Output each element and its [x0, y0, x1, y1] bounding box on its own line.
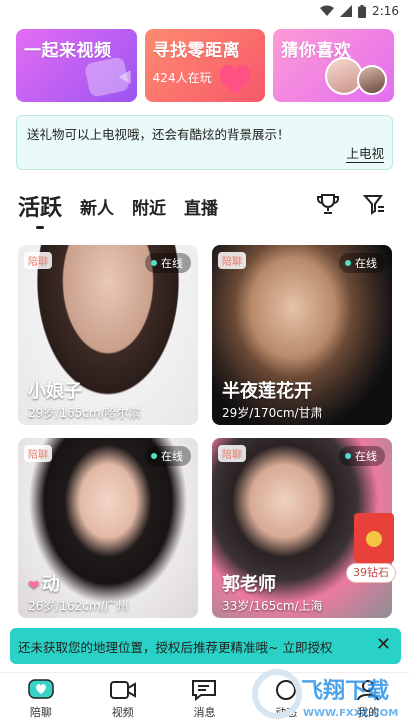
profile-name: 小娘子: [28, 381, 82, 402]
tab-label: 陪聊: [29, 706, 52, 719]
promo-row: 一起来视频 寻找零距离 424人在玩 猜你喜欢: [16, 29, 395, 102]
svg-text:WWW.FXXZ.COM: WWW.FXXZ.COM: [303, 708, 398, 719]
filter-icon[interactable]: [362, 192, 386, 220]
profile-card[interactable]: 陪聊 在线 ❤ 动 26岁/162cm/广州: [18, 438, 198, 618]
online-badge: 在线: [339, 253, 385, 273]
diamond-count: 39钻石: [346, 563, 396, 583]
message-icon: [192, 680, 217, 701]
svg-text:飞翔下载: 飞翔下载: [301, 678, 389, 704]
chat-heart-icon: [28, 679, 54, 699]
trophy-icon[interactable]: [316, 192, 340, 220]
promo-guess-you-like[interactable]: 猜你喜欢: [273, 29, 395, 102]
profile-card[interactable]: 陪聊 在线 半夜莲花开 29岁/170cm/甘肃: [212, 245, 392, 425]
promo-title: 寻找零距离: [152, 41, 241, 61]
tab-chat[interactable]: 陪聊: [0, 673, 82, 728]
chat-tag: 陪聊: [24, 252, 52, 269]
watermark: 飞翔下载 WWW.FXXZ.COM: [251, 664, 401, 724]
tab-active[interactable]: 活跃: [18, 190, 62, 229]
profile-name: 郭老师: [222, 574, 276, 595]
profile-info: 33岁/165cm/上海: [222, 599, 323, 613]
profile-name: 半夜莲花开: [222, 381, 312, 402]
video-icon: [109, 681, 136, 699]
heart-icon: ❤: [28, 578, 40, 594]
avatar: [357, 65, 388, 95]
profile-info: 29岁/165cm/哈尔滨: [28, 406, 141, 420]
watermark-logo: 飞翔下载 WWW.FXXZ.COM: [252, 669, 398, 719]
banner-text: 还未获取您的地理位置，授权后推荐更精准哦~ 立即授权: [18, 639, 333, 655]
wifi-icon: [320, 5, 335, 17]
battery-icon: [358, 4, 367, 18]
tab-video[interactable]: 视频: [82, 673, 164, 728]
profile-info: 29岁/170cm/甘肃: [222, 406, 323, 420]
chat-tag: 陪聊: [218, 252, 246, 269]
profile-info: 26岁/162cm/广州: [28, 599, 129, 613]
close-icon[interactable]: ✕: [376, 636, 391, 654]
tab-label: 消息: [193, 706, 216, 719]
location-permission-banner[interactable]: 还未获取您的地理位置，授权后推荐更精准哦~ 立即授权 ✕: [10, 628, 401, 664]
tab-label: 视频: [111, 706, 134, 719]
gift-envelope-button[interactable]: 39钻石: [346, 513, 396, 585]
category-tabs: 活跃 新人 附近 直播: [18, 186, 390, 229]
envelope-seal-icon: [366, 531, 382, 547]
tab-nearby[interactable]: 附近: [132, 194, 166, 219]
notice-text: 送礼物可以上电视哦，还会有酷炫的背景展示！: [27, 127, 290, 142]
promo-nearby-match[interactable]: 寻找零距离 424人在玩: [144, 29, 266, 102]
online-badge: 在线: [145, 446, 191, 466]
heart-icon: [219, 64, 251, 94]
profile-name: ❤ 动: [28, 570, 60, 596]
tab-live[interactable]: 直播: [184, 194, 218, 219]
tab-new[interactable]: 新人: [80, 194, 114, 219]
status-bar: 2:16: [0, 0, 409, 22]
status-time: 2:16: [372, 4, 399, 18]
promo-video-chat[interactable]: 一起来视频: [16, 29, 137, 102]
tab-messages[interactable]: 消息: [164, 673, 246, 728]
online-badge: 在线: [339, 446, 385, 466]
profile-name-text: 动: [41, 574, 60, 595]
promo-title: 猜你喜欢: [281, 41, 352, 61]
chat-tag: 陪聊: [218, 445, 246, 462]
go-on-tv-link[interactable]: 上电视: [346, 143, 384, 163]
gift-tv-notice: 送礼物可以上电视哦，还会有酷炫的背景展示！ 上电视: [16, 115, 393, 170]
signal-icon: [340, 5, 353, 17]
online-badge: 在线: [145, 253, 191, 273]
chat-tag: 陪聊: [24, 445, 52, 462]
profile-card[interactable]: 陪聊 在线 小娘子 29岁/165cm/哈尔滨: [18, 245, 198, 425]
